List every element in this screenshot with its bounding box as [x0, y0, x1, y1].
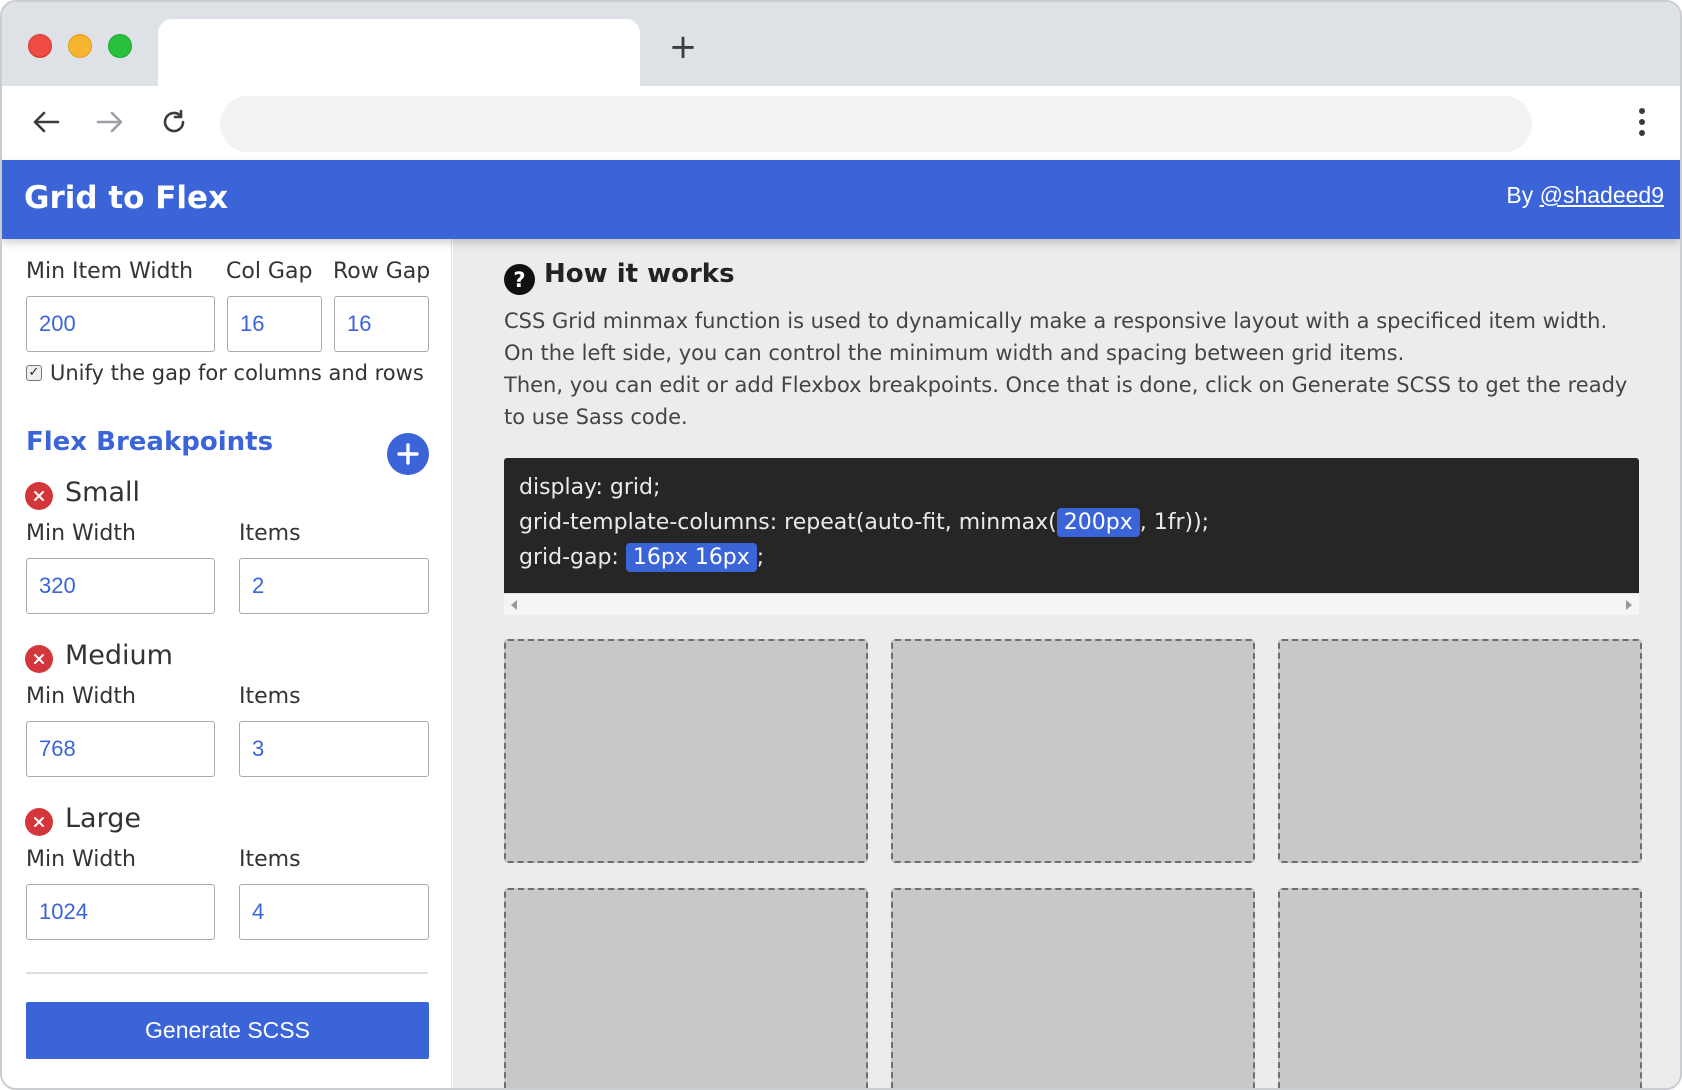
- tab-bar: +: [2, 2, 1680, 86]
- main-preview: ? How it works CSS Grid minmax function …: [453, 239, 1680, 1088]
- menu-dot-icon: [1639, 108, 1645, 114]
- browser-window: + Grid to Flex By @shadeed9 Min Item Wid…: [0, 0, 1682, 1090]
- close-icon: [34, 654, 44, 664]
- min-item-width-input[interactable]: 200: [26, 296, 215, 352]
- min-width-label: Min Width: [26, 521, 136, 546]
- row-gap-label: Row Gap: [333, 259, 431, 284]
- minimize-window-button[interactable]: [68, 34, 92, 58]
- arrow-left-icon: [33, 111, 60, 133]
- breakpoint-name: Medium: [65, 640, 173, 671]
- code-text: ;: [756, 545, 765, 570]
- back-button[interactable]: [26, 102, 66, 142]
- browser-menu-button[interactable]: [1622, 102, 1662, 142]
- generate-scss-button[interactable]: Generate SCSS: [26, 1002, 429, 1059]
- how-it-works-description: CSS Grid minmax function is used to dyna…: [504, 305, 1639, 433]
- code-line-display: display: grid;: [519, 475, 661, 500]
- question-icon: ?: [504, 264, 535, 295]
- css-code-block: display: grid; grid-template-columns: re…: [504, 458, 1639, 593]
- reload-icon: [163, 109, 185, 133]
- active-tab[interactable]: [158, 19, 640, 86]
- close-icon: [34, 817, 44, 827]
- menu-dot-icon: [1639, 130, 1645, 136]
- breakpoint-min-width-input[interactable]: 768: [26, 721, 215, 777]
- grid-item: [1278, 639, 1642, 863]
- new-tab-button[interactable]: +: [666, 30, 700, 64]
- breakpoint-name: Large: [65, 803, 141, 834]
- breakpoint-min-width-input[interactable]: 1024: [26, 884, 215, 940]
- browser-toolbar: [2, 86, 1680, 160]
- min-width-label: Min Width: [26, 847, 136, 872]
- remove-breakpoint-medium-button[interactable]: [25, 645, 53, 673]
- byline: By @shadeed9: [1506, 182, 1664, 209]
- code-text: , 1fr));: [1139, 510, 1210, 535]
- menu-dot-icon: [1639, 119, 1645, 125]
- min-width-highlight: 200px: [1056, 508, 1140, 537]
- code-text: grid-template-columns: repeat(auto-fit, …: [519, 510, 1057, 535]
- byline-prefix: By: [1506, 182, 1534, 208]
- grid-item: [504, 888, 868, 1088]
- grid-item: [504, 639, 868, 863]
- gap-highlight: 16px 16px: [625, 543, 757, 572]
- flex-breakpoints-title: Flex Breakpoints: [26, 427, 274, 457]
- app-title: Grid to Flex: [24, 180, 229, 216]
- close-window-button[interactable]: [28, 34, 52, 58]
- breakpoint-items-input[interactable]: 3: [239, 721, 429, 777]
- code-line-template-columns: grid-template-columns: repeat(auto-fit, …: [519, 505, 1624, 540]
- address-bar[interactable]: [220, 96, 1532, 152]
- items-label: Items: [239, 847, 301, 872]
- items-label: Items: [239, 684, 301, 709]
- col-gap-label: Col Gap: [226, 259, 313, 284]
- unify-gap-checkbox[interactable]: ✓: [26, 365, 42, 381]
- breakpoint-items-input[interactable]: 4: [239, 884, 429, 940]
- grid-item: [1278, 888, 1642, 1088]
- sidebar-divider: [26, 972, 428, 974]
- code-text: grid-gap:: [519, 545, 626, 570]
- row-gap-input[interactable]: 16: [334, 296, 429, 352]
- remove-breakpoint-small-button[interactable]: [25, 482, 53, 510]
- col-gap-input[interactable]: 16: [227, 296, 322, 352]
- forward-button[interactable]: [90, 102, 130, 142]
- how-it-works-title: How it works: [544, 259, 735, 289]
- sidebar-controls: Min Item Width Col Gap Row Gap 200 16 16…: [2, 239, 452, 1088]
- arrow-right-icon: [96, 111, 123, 133]
- grid-item: [891, 639, 1255, 863]
- author-link[interactable]: @shadeed9: [1540, 182, 1664, 208]
- reload-button[interactable]: [154, 102, 194, 142]
- remove-breakpoint-large-button[interactable]: [25, 808, 53, 836]
- add-breakpoint-button[interactable]: [387, 433, 429, 475]
- code-horizontal-scrollbar[interactable]: [504, 593, 1639, 615]
- unify-gap-label: Unify the gap for columns and rows: [50, 361, 424, 385]
- scroll-left-arrow-icon[interactable]: [511, 600, 517, 610]
- unify-gap-row: ✓ Unify the gap for columns and rows: [26, 361, 424, 385]
- breakpoint-items-input[interactable]: 2: [239, 558, 429, 614]
- min-item-width-label: Min Item Width: [26, 259, 194, 284]
- description-paragraph-1: CSS Grid minmax function is used to dyna…: [504, 309, 1608, 365]
- close-icon: [34, 491, 44, 501]
- plus-icon: [397, 443, 419, 465]
- description-paragraph-2: Then, you can edit or add Flexbox breakp…: [504, 373, 1628, 429]
- breakpoint-name: Small: [65, 477, 140, 508]
- maximize-window-button[interactable]: [108, 34, 132, 58]
- min-width-label: Min Width: [26, 684, 136, 709]
- scroll-right-arrow-icon[interactable]: [1626, 600, 1632, 610]
- code-line-grid-gap: grid-gap: 16px 16px;: [519, 540, 1624, 575]
- breakpoint-min-width-input[interactable]: 320: [26, 558, 215, 614]
- grid-item: [891, 888, 1255, 1088]
- app-header: Grid to Flex By @shadeed9: [2, 160, 1680, 239]
- items-label: Items: [239, 521, 301, 546]
